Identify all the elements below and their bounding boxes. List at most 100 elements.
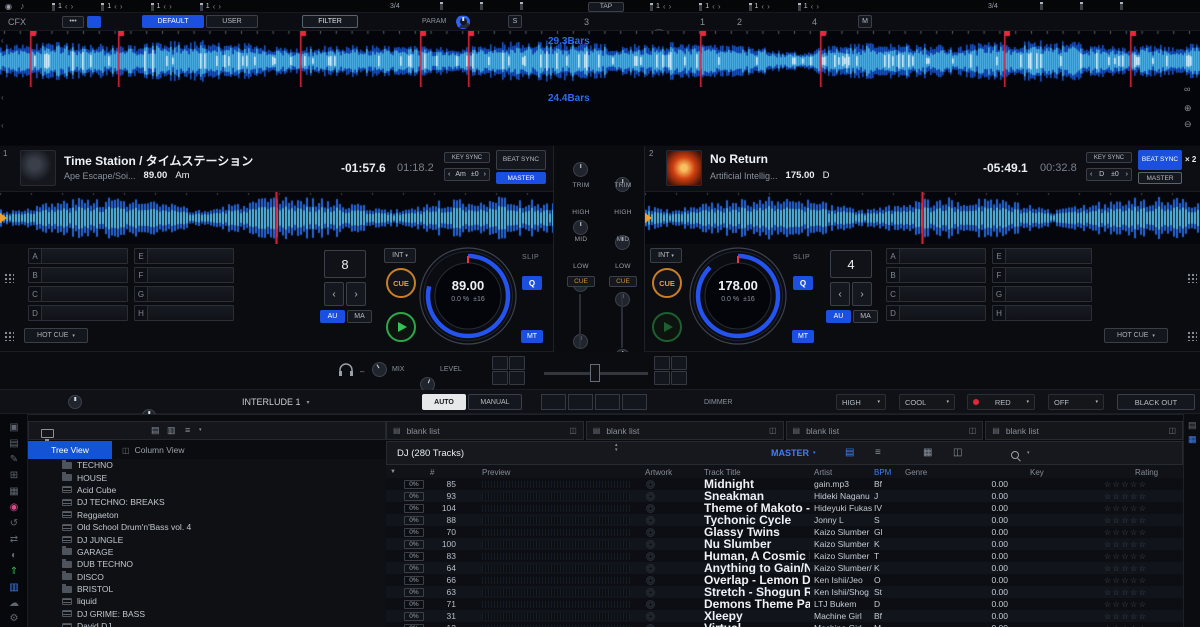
ch1-cue-button[interactable]: CUE bbox=[567, 276, 595, 287]
search-icon[interactable] bbox=[1011, 451, 1021, 461]
cfx-menu-icon[interactable]: ••• bbox=[62, 16, 84, 28]
table-row[interactable]: 0% 31 Xleepy Machine Girl Bf 0.00 ☆☆☆☆☆ bbox=[386, 610, 1183, 622]
track-rating[interactable]: ☆☆☆☆☆ bbox=[1104, 538, 1147, 550]
quantize-group[interactable]: 1 ‹ › bbox=[650, 2, 671, 11]
deck1-scroll-arrow[interactable]: ‹ bbox=[1, 64, 4, 73]
tree-item[interactable]: DJ GRIME: BASS bbox=[28, 608, 386, 620]
pallet-list[interactable]: ▤ blank list ◫ bbox=[786, 421, 984, 440]
deck1-beat-sync-button[interactable]: BEAT SYNC bbox=[496, 150, 546, 170]
tree-item[interactable]: liquid bbox=[28, 595, 386, 607]
deck2-scroll-arrow[interactable]: ‹ bbox=[1, 121, 4, 130]
hot-cue-pad[interactable]: E bbox=[992, 248, 1092, 264]
table-row[interactable]: 0% 93 Sneakman Hideki Naganu J 0.00 ☆☆☆☆… bbox=[386, 490, 1183, 502]
col-bpm[interactable]: BPM bbox=[874, 468, 891, 477]
hot-cue-pad[interactable]: D bbox=[886, 305, 986, 321]
device-icon[interactable]: ▥ bbox=[0, 582, 28, 593]
table-row[interactable]: 0% 104 Theme of Makoto -SSFI Hideyuki Fu… bbox=[386, 502, 1183, 514]
tree-item[interactable]: BRISTOL bbox=[28, 583, 386, 595]
deck1-cue-button[interactable]: CUE bbox=[386, 268, 416, 298]
color-select[interactable]: RED▾ bbox=[967, 394, 1035, 410]
col-genre[interactable]: Genre bbox=[905, 468, 927, 477]
settings-icon[interactable]: ⚙ bbox=[0, 613, 28, 624]
preview-waveform[interactable] bbox=[482, 481, 630, 488]
deck1-beat-jump-size[interactable]: 8 bbox=[324, 250, 366, 278]
tree-item[interactable]: GARAGE bbox=[28, 546, 386, 558]
deck2-beat-sync-button[interactable]: BEAT SYNC bbox=[1138, 150, 1182, 170]
beat-prev-icon[interactable]: ‹ bbox=[163, 2, 166, 11]
cfx-default-button[interactable]: DEFAULT bbox=[142, 15, 204, 28]
hot-cue-pad[interactable]: A bbox=[28, 248, 128, 264]
deck1-play-button[interactable] bbox=[386, 312, 416, 342]
mute-button[interactable]: M bbox=[858, 15, 872, 28]
deck2-scroll-arrow[interactable]: ‹ bbox=[1, 93, 4, 102]
col-title[interactable]: Track Title bbox=[704, 468, 741, 477]
playlists-icon[interactable]: ▤ bbox=[0, 438, 28, 449]
beat-next-icon[interactable]: › bbox=[767, 2, 770, 11]
layout-grid-icon[interactable]: ▦ bbox=[1188, 434, 1197, 445]
hot-cue-pad[interactable]: C bbox=[28, 286, 128, 302]
tree-item[interactable]: HOUSE bbox=[28, 471, 386, 483]
deck1-scrolling-waveform[interactable] bbox=[0, 192, 553, 244]
deck1-master-tempo-button[interactable]: MT bbox=[521, 330, 543, 343]
grid-view-icon[interactable]: ▦ bbox=[923, 447, 932, 458]
deck1-scroll-arrow[interactable]: ‹ bbox=[1, 36, 4, 45]
filter-button[interactable]: FILTER bbox=[302, 15, 358, 28]
beat-prev-icon[interactable]: ‹ bbox=[663, 2, 666, 11]
deck1-key-shift[interactable]: ‹ Am ±0 › bbox=[444, 168, 490, 181]
deck1-slip-label[interactable]: SLIP bbox=[522, 254, 539, 261]
track-rating[interactable]: ☆☆☆☆☆ bbox=[1104, 526, 1147, 538]
tree-item[interactable]: DJ TECHNO: BREAKS bbox=[28, 496, 386, 508]
preview-waveform[interactable] bbox=[482, 541, 630, 548]
track-rating[interactable]: ☆☆☆☆☆ bbox=[1104, 610, 1147, 622]
pallet-list[interactable]: ▤ blank list ◫ bbox=[586, 421, 784, 440]
zoom-in-icon[interactable]: ⊕ bbox=[1184, 103, 1192, 114]
lighting-deck-button[interactable] bbox=[541, 394, 566, 410]
deck1-key-sync-button[interactable]: KEY SYNC bbox=[444, 152, 490, 163]
master-deck-select[interactable]: MASTER ▾ bbox=[771, 448, 816, 458]
beat-next-icon[interactable]: › bbox=[718, 2, 721, 11]
preview-waveform[interactable] bbox=[482, 493, 630, 500]
scene-select[interactable]: INTERLUDE 1 bbox=[242, 397, 301, 407]
col-artwork[interactable]: Artwork bbox=[645, 468, 672, 477]
key-plus-icon[interactable]: › bbox=[484, 171, 486, 178]
headphone-cue-channel[interactable] bbox=[671, 356, 687, 370]
deck2-pad-mode-select[interactable]: HOT CUE▾ bbox=[1104, 328, 1168, 343]
column-layout-icon[interactable]: ▥ bbox=[167, 425, 176, 436]
hot-cue-pad[interactable]: H bbox=[992, 305, 1092, 321]
table-row[interactable]: 0% 66 Overlap - Lemon D Remi Ken Ishii/J… bbox=[386, 574, 1183, 586]
strobe-off-select[interactable]: OFF▾ bbox=[1048, 394, 1104, 410]
deck2-cue-button[interactable]: CUE bbox=[652, 268, 682, 298]
search-chevron-icon[interactable]: ▾ bbox=[1027, 450, 1030, 456]
quantize-group[interactable]: 1 ‹ › bbox=[749, 2, 770, 11]
preview-waveform[interactable] bbox=[482, 589, 630, 596]
mood-cool-select[interactable]: COOL▾ bbox=[899, 394, 955, 410]
mood-high-select[interactable]: HIGH▾ bbox=[836, 394, 886, 410]
deck2-beat-jump-size[interactable]: 4 bbox=[830, 250, 872, 278]
col-artist[interactable]: Artist bbox=[814, 468, 832, 477]
beat-slider-icon[interactable] bbox=[749, 3, 752, 11]
beat-slider-icon[interactable] bbox=[52, 3, 55, 11]
blackout-button[interactable]: BLACK OUT bbox=[1117, 394, 1195, 410]
deck2-scrolling-waveform[interactable] bbox=[645, 192, 1200, 244]
hot-cue-pad[interactable]: A bbox=[886, 248, 986, 264]
deck2-sync-multiplier[interactable]: × 2 bbox=[1185, 155, 1196, 164]
ch1-high-knob[interactable] bbox=[573, 220, 588, 235]
key-plus-icon[interactable]: › bbox=[1126, 171, 1128, 178]
table-row[interactable]: 0% 88 Tychonic Cycle Jonny L S 0.00 ☆☆☆☆… bbox=[386, 514, 1183, 526]
deck1-master-button[interactable]: MASTER bbox=[496, 172, 546, 184]
mini-slider[interactable] bbox=[1080, 2, 1083, 10]
table-row[interactable]: 0% 70 Glassy Twins Kaizo Slumber Gl 0.00… bbox=[386, 526, 1183, 538]
tree-item[interactable]: DJ JUNGLE bbox=[28, 533, 386, 545]
deck2-manual-button[interactable]: MA bbox=[853, 310, 878, 323]
tree-item[interactable]: David DJ bbox=[28, 620, 386, 627]
param-knob[interactable] bbox=[456, 15, 470, 29]
lighting-deck-button[interactable] bbox=[595, 394, 620, 410]
list-layout-icon[interactable]: ▤ bbox=[151, 425, 160, 436]
hot-cue-pad[interactable]: G bbox=[134, 286, 234, 302]
usb-export-icon[interactable]: ⇑ bbox=[0, 566, 28, 577]
col-rating[interactable]: Rating bbox=[1135, 468, 1158, 477]
hot-cue-pad[interactable]: C bbox=[886, 286, 986, 302]
deck1-manual-button[interactable]: MA bbox=[347, 310, 372, 323]
hot-cue-pad[interactable]: B bbox=[886, 267, 986, 283]
table-row[interactable]: 0% 12 Virtual Machine Girl M 0.00 ☆☆☆☆☆ bbox=[386, 622, 1183, 627]
